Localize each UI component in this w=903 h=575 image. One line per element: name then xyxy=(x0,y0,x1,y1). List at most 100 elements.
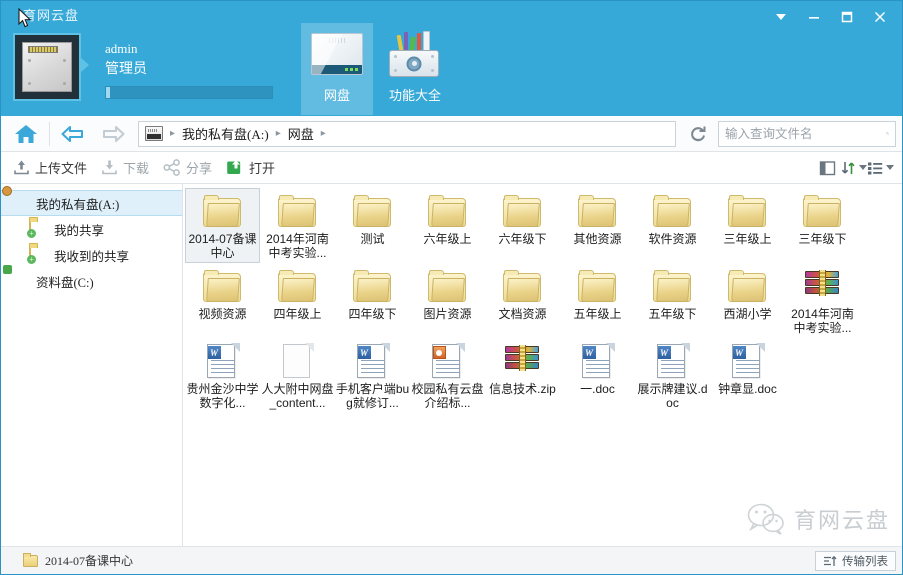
word-document-icon: W xyxy=(206,343,240,380)
home-button[interactable] xyxy=(7,119,45,149)
file-item[interactable]: W 贵州金沙中学数字化... xyxy=(185,338,260,413)
file-name: 一.doc xyxy=(580,382,615,396)
file-item[interactable]: 视频资源 xyxy=(185,263,260,338)
sidebar-item-my-shares[interactable]: + 我的共享 xyxy=(1,216,182,242)
main-body: 我的私有盘(A:) + 我的共享 + 我收到的共享 资料盘(C:) 2014-0… xyxy=(1,184,902,546)
file-item[interactable]: 五年级下 xyxy=(635,263,710,338)
share-button[interactable]: 分享 xyxy=(159,155,222,181)
file-item[interactable]: 六年级上 xyxy=(410,188,485,263)
word-document-icon: W xyxy=(581,343,615,380)
transfer-list-button[interactable]: 传输列表 xyxy=(815,550,896,571)
user-block[interactable]: admin 管理员 xyxy=(13,33,273,101)
breadcrumb-separator[interactable]: ▸ xyxy=(314,128,333,139)
file-icon xyxy=(275,267,320,305)
folder-icon xyxy=(577,270,618,303)
file-icon xyxy=(350,267,395,305)
file-item[interactable]: 2014年河南中考实验... xyxy=(785,263,860,338)
file-item[interactable]: W 钟章显.doc xyxy=(710,338,785,413)
forward-button[interactable] xyxy=(94,119,132,149)
file-icon xyxy=(350,192,395,230)
menu-dropdown-button[interactable] xyxy=(764,5,797,29)
sidebar-item-data-disk[interactable]: 资料盘(C:) xyxy=(1,265,182,294)
file-icon xyxy=(800,267,845,305)
back-button[interactable] xyxy=(54,119,92,149)
file-grid: 2014-07备课中心 2014年河南中考实验... 测试 六年级上 六年级下 其他资源 软… xyxy=(183,184,902,413)
breadcrumb-item-0[interactable]: 我的私有盘(A:) xyxy=(182,124,269,143)
sort-button[interactable] xyxy=(840,160,867,176)
file-item[interactable]: W 手机客户端bug就修订... xyxy=(335,338,410,413)
file-item[interactable]: W 展示牌建议.doc xyxy=(635,338,710,413)
close-icon xyxy=(874,11,885,23)
file-icon xyxy=(575,267,620,305)
watermark-text: 育网云盘 xyxy=(793,508,890,533)
minimize-icon xyxy=(808,17,819,19)
network-disk-icon xyxy=(311,33,363,79)
sidebar-item-private-disk[interactable]: 我的私有盘(A:) xyxy=(1,186,182,216)
folder-icon xyxy=(277,195,318,228)
back-arrow-icon xyxy=(61,125,83,142)
status-selection: 2014-07备课中心 xyxy=(7,552,133,569)
file-item[interactable]: 文档资源 xyxy=(485,263,560,338)
file-item[interactable]: 六年级下 xyxy=(485,188,560,263)
file-item[interactable]: 四年级上 xyxy=(260,263,335,338)
file-name: 贵州金沙中学数字化... xyxy=(186,382,259,410)
user-role: 管理员 xyxy=(105,60,147,76)
app-title: 育网云盘 xyxy=(23,8,80,23)
search-input[interactable] xyxy=(725,126,886,141)
folder-icon xyxy=(352,195,393,228)
computer-icon xyxy=(145,126,163,141)
file-item[interactable]: 三年级下 xyxy=(785,188,860,263)
data-disk-icon xyxy=(3,265,29,289)
view-mode-button[interactable] xyxy=(867,160,894,176)
file-item[interactable]: 五年级上 xyxy=(560,263,635,338)
download-button[interactable]: 下载 xyxy=(97,155,159,181)
file-icon xyxy=(500,192,545,230)
upload-button[interactable]: 上传文件 xyxy=(9,155,97,181)
open-button[interactable]: 打开 xyxy=(222,155,285,181)
preview-pane-button[interactable] xyxy=(814,156,840,180)
sidebar-item-received-shares[interactable]: + 我收到的共享 xyxy=(1,242,182,268)
file-item[interactable]: 2014-07备课中心 xyxy=(185,188,260,263)
status-text: 2014-07备课中心 xyxy=(45,554,133,568)
folder-icon xyxy=(727,270,768,303)
file-item[interactable]: 西湖小学 xyxy=(710,263,785,338)
avatar[interactable] xyxy=(13,33,89,101)
private-disk-icon xyxy=(2,186,29,211)
file-item[interactable]: 图片资源 xyxy=(410,263,485,338)
file-icon xyxy=(725,267,770,305)
file-item[interactable]: 测试 xyxy=(335,188,410,263)
file-item[interactable]: 信息技术.zip xyxy=(485,338,560,413)
search-box[interactable] xyxy=(718,120,896,147)
file-item[interactable]: 人大附中网盘_content... xyxy=(260,338,335,413)
tab-features[interactable]: 功能大全 xyxy=(379,23,451,115)
file-name: 钟章显.doc xyxy=(718,382,777,396)
search-icon[interactable] xyxy=(886,126,889,141)
breadcrumb[interactable]: ▸ 我的私有盘(A:) ▸ 网盘 ▸ xyxy=(138,120,676,147)
file-name: 五年级下 xyxy=(648,307,697,321)
file-item[interactable]: 四年级下 xyxy=(335,263,410,338)
file-name: 2014年河南中考实验... xyxy=(266,232,329,260)
title-bar[interactable]: 育网云盘 xyxy=(1,1,902,31)
file-name: 校园私有云盘介绍标... xyxy=(411,382,484,410)
folder-icon xyxy=(577,195,618,228)
file-item[interactable]: 校园私有云盘介绍标... xyxy=(410,338,485,413)
file-item[interactable]: 软件资源 xyxy=(635,188,710,263)
file-item[interactable]: W 一.doc xyxy=(560,338,635,413)
file-icon xyxy=(200,267,245,305)
tab-netdisk[interactable]: 网盘 xyxy=(301,23,373,115)
file-item[interactable]: 2014年河南中考实验... xyxy=(260,188,335,263)
header-tabs: 网盘 功能大全 xyxy=(301,23,451,115)
maximize-button[interactable] xyxy=(830,5,863,29)
breadcrumb-item-1[interactable]: 网盘 xyxy=(288,124,314,143)
file-item[interactable]: 三年级上 xyxy=(710,188,785,263)
action-toolbar: 上传文件 下载 分享 打开 xyxy=(1,152,902,184)
minimize-button[interactable] xyxy=(797,5,830,29)
file-pane[interactable]: 2014-07备课中心 2014年河南中考实验... 测试 六年级上 六年级下 其他资源 软… xyxy=(183,184,902,546)
close-button[interactable] xyxy=(863,5,896,29)
file-name: 其他资源 xyxy=(573,232,622,246)
file-icon xyxy=(650,192,695,230)
file-item[interactable]: 其他资源 xyxy=(560,188,635,263)
refresh-button[interactable] xyxy=(684,121,712,147)
file-icon xyxy=(725,192,770,230)
folder-icon xyxy=(652,270,693,303)
